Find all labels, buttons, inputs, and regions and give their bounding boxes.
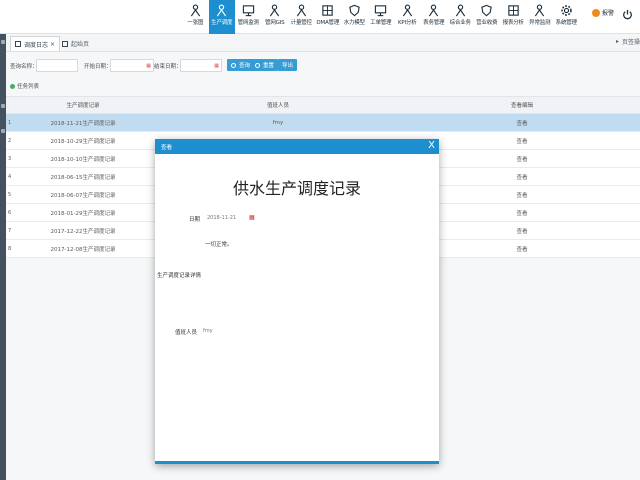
- date-value: 2018-11-21: [207, 215, 237, 221]
- record-note: 一切正常。: [205, 242, 233, 248]
- top-nav-bar: 一张图 生产调度 管网监测 管网GIS 计量管控 DMA管理 水力模型 工单管理 KPI分析 表务…: [0, 0, 640, 34]
- view-record-dialog: 查看 X 供水生产调度记录 日期 2018-11-21 ▦ 一切正常。 生产调度…: [155, 139, 439, 464]
- nav-item-11[interactable]: 营业收费: [474, 0, 501, 34]
- detail-label: 生产调度记录详情: [157, 273, 202, 279]
- person-label: 值班人员: [175, 330, 198, 336]
- calendar-icon: ▦: [249, 214, 255, 221]
- nav-item-label: 营业收费: [476, 20, 498, 26]
- nav-item-label: 水力模型: [343, 20, 365, 26]
- main-nav: 一张图 生产调度 管网监测 管网GIS 计量管控 DMA管理 水力模型 工单管理 KPI分析 表务…: [182, 0, 580, 34]
- nav-item-6[interactable]: 水力模型: [341, 0, 368, 34]
- power-icon[interactable]: [622, 9, 633, 20]
- person-icon: [453, 3, 467, 17]
- alarm-button[interactable]: 报警: [592, 8, 614, 17]
- person-icon: [268, 3, 282, 17]
- nav-item-label: 生产调度: [211, 20, 233, 26]
- shield-icon: [480, 3, 494, 17]
- dialog-title: 查看: [161, 144, 173, 151]
- nav-item-4[interactable]: 计量管控: [288, 0, 315, 34]
- nav-item-label: 异常监测: [529, 20, 551, 26]
- nav-item-label: KPI分析: [397, 20, 417, 26]
- nav-item-label: 一张图: [187, 20, 204, 26]
- nav-item-5[interactable]: DMA管理: [315, 0, 342, 34]
- close-icon[interactable]: X: [428, 140, 435, 152]
- person-icon: [294, 3, 308, 17]
- alarm-label: 报警: [602, 10, 615, 17]
- grid-icon: [321, 3, 335, 17]
- person-icon: [400, 3, 414, 17]
- nav-item-label: 工单管理: [370, 20, 392, 26]
- nav-item-label: 系统管理: [555, 20, 577, 26]
- nav-item-7[interactable]: 工单管理: [368, 0, 395, 34]
- nav-item-13[interactable]: 异常监测: [527, 0, 554, 34]
- nav-item-label: 计量管控: [290, 20, 312, 26]
- nav-item-3[interactable]: 管网GIS: [262, 0, 289, 34]
- gear-icon: [559, 3, 573, 17]
- nav-item-label: 表务管理: [423, 20, 445, 26]
- monitor-icon: [374, 3, 388, 17]
- alarm-icon: [592, 8, 600, 17]
- nav-item-1[interactable]: 生产调度: [208, 0, 235, 34]
- grid-icon: [506, 3, 520, 17]
- nav-item-14[interactable]: 系统管理: [553, 0, 580, 34]
- dialog-header: 查看 X: [155, 139, 439, 154]
- date-label: 日期: [189, 217, 201, 223]
- nav-item-12[interactable]: 报表分析: [500, 0, 527, 34]
- person-icon: [215, 3, 229, 17]
- shield-icon: [347, 3, 361, 17]
- nav-item-label: 管网GIS: [265, 20, 285, 26]
- nav-item-label: DMA管理: [316, 20, 340, 26]
- nav-item-label: 综合业务: [449, 20, 471, 26]
- person-icon: [188, 3, 202, 17]
- nav-item-2[interactable]: 管网监测: [235, 0, 262, 34]
- nav-item-0[interactable]: 一张图: [182, 0, 209, 34]
- nav-item-9[interactable]: 表务管理: [421, 0, 448, 34]
- person-icon: [533, 3, 547, 17]
- person-icon: [427, 3, 441, 17]
- document-title: 供水生产调度记录: [232, 179, 361, 198]
- monitor-icon: [241, 3, 255, 17]
- person-value: fmy: [203, 328, 213, 334]
- nav-item-8[interactable]: KPI分析: [394, 0, 421, 34]
- nav-item-label: 管网监测: [237, 20, 259, 26]
- nav-item-10[interactable]: 综合业务: [447, 0, 474, 34]
- nav-item-label: 报表分析: [502, 20, 524, 26]
